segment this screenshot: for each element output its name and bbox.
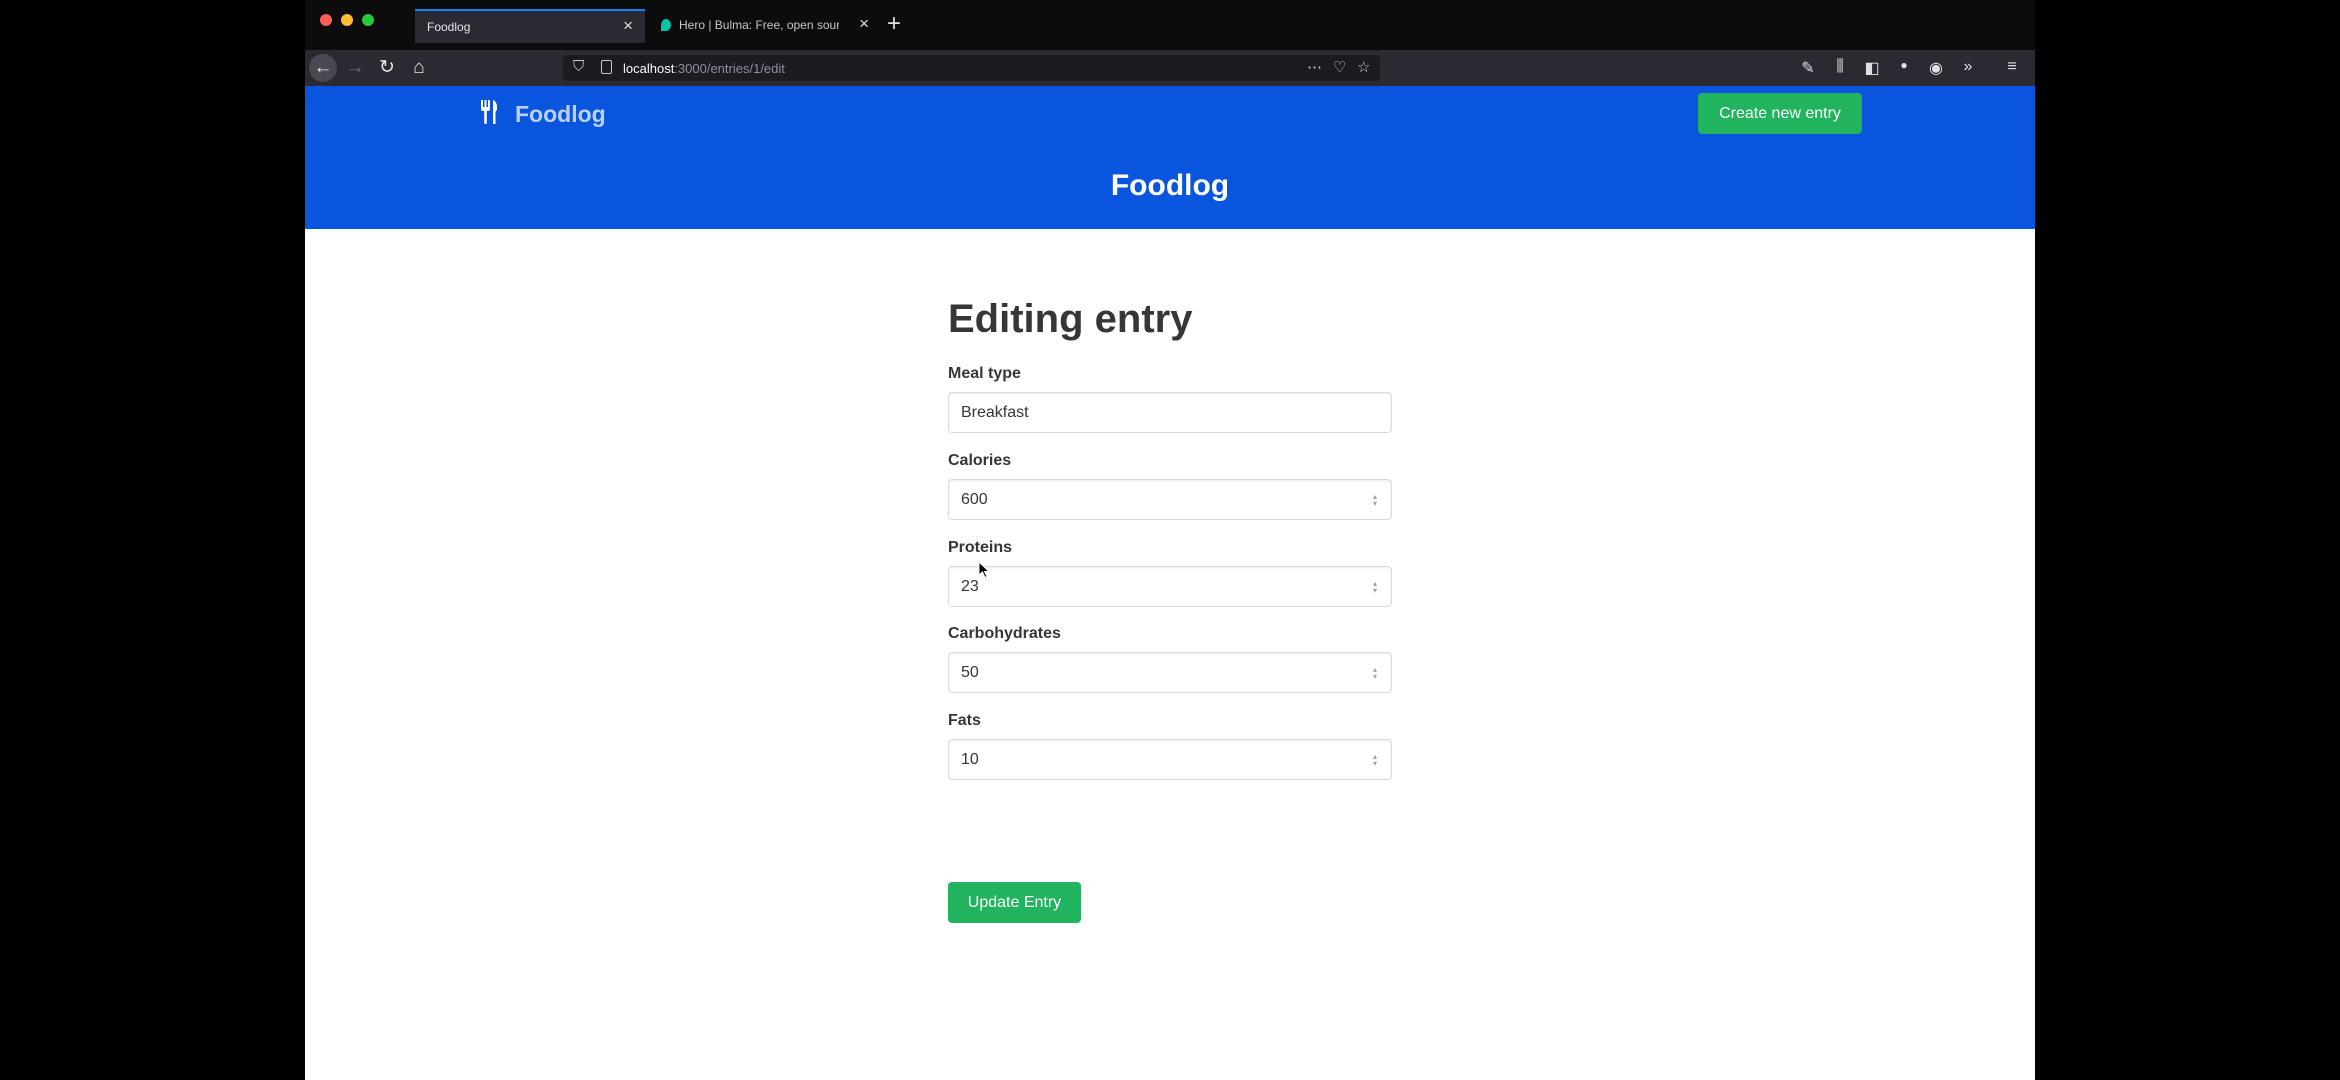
back-icon[interactable]: ← [309,54,337,82]
close-icon[interactable]: × [859,14,869,34]
forward-icon[interactable]: → [341,54,369,82]
spinner-icon[interactable]: ▴ ▾ [1372,493,1378,508]
meal-type-value: Breakfast [961,404,1029,421]
carbohydrates-input[interactable]: 50 ▴ ▾ [948,652,1392,693]
home-icon[interactable]: ⌂ [405,54,433,82]
hero-title: Foodlog [1110,169,1230,202]
url-text[interactable]: localhost:3000/entries/1/edit [623,61,785,76]
page-icon[interactable] [601,60,612,74]
spinner-icon[interactable]: ▴ ▾ [1372,753,1378,768]
fats-label: Fats [948,712,981,729]
tab-bulma-hero[interactable]: Hero | Bulma: Free, open source × [651,9,881,43]
calories-label: Calories [948,452,1012,469]
web-page: Foodlog Create new entry Foodlog Editing… [305,86,2035,1080]
fats-value: 10 [961,751,979,768]
overflow-icon[interactable]: » [1957,58,1979,76]
tab-label: Foodlog [427,20,471,34]
tab-label: Hero | Bulma: Free, open source [679,18,839,32]
extension-icon[interactable]: ● [1893,58,1915,72]
minimize-window-button[interactable] [341,14,353,26]
new-tab-icon[interactable]: + [887,10,901,38]
tab-foodlog[interactable]: Foodlog × [415,9,645,43]
meal-type-label: Meal type [948,365,1021,382]
spinner-icon[interactable]: ▴ ▾ [1372,666,1378,681]
carbohydrates-value: 50 [961,664,979,681]
bookmark-star-icon[interactable]: ☆ [1357,58,1370,76]
hero-section: Foodlog Create new entry Foodlog [305,86,2035,229]
page-title: Editing entry [948,297,1193,341]
library-icon[interactable]: ⫼ [1829,58,1851,76]
address-bar[interactable]: ⛉ localhost:3000/entries/1/edit ⋯ ♡ ☆ [563,55,1380,81]
create-new-entry-button[interactable]: Create new entry [1698,93,1862,134]
calories-input[interactable]: 600 ▴ ▾ [948,479,1392,520]
close-icon[interactable]: × [623,16,633,36]
proteins-input[interactable]: 23 ▴ ▾ [948,566,1392,607]
brand-name: Foodlog [515,101,606,127]
wrench-icon[interactable]: ✎ [1797,58,1819,78]
proteins-value: 23 [961,578,979,595]
pocket-icon[interactable]: ♡ [1333,58,1346,76]
meal-type-input[interactable]: Breakfast [948,392,1392,433]
tab-strip: Foodlog × Hero | Bulma: Free, open sourc… [305,0,2035,50]
reload-icon[interactable]: ↻ [373,54,401,82]
shield-icon[interactable]: ⛉ [573,58,584,75]
update-entry-button[interactable]: Update Entry [948,882,1081,923]
mouse-cursor-icon [979,562,991,578]
browser-window: Foodlog × Hero | Bulma: Free, open sourc… [305,0,2035,1080]
maximize-window-button[interactable] [362,14,374,26]
fats-input[interactable]: 10 ▴ ▾ [948,739,1392,780]
bulma-favicon-icon [661,19,671,31]
sidebar-icon[interactable]: ◧ [1861,58,1883,78]
utensils-icon [481,100,498,124]
account-icon[interactable]: ◉ [1925,58,1947,78]
menu-icon[interactable]: ≡ [2001,58,2023,76]
close-window-button[interactable] [320,14,332,26]
calories-value: 600 [961,491,988,508]
spinner-icon[interactable]: ▴ ▾ [1372,580,1378,595]
more-icon[interactable]: ⋯ [1307,58,1322,76]
proteins-label: Proteins [948,539,1013,556]
carbohydrates-label: Carbohydrates [948,625,1061,642]
navigation-toolbar: ← → ↻ ⌂ ⛉ localhost:3000/entries/1/edit … [305,50,2035,86]
